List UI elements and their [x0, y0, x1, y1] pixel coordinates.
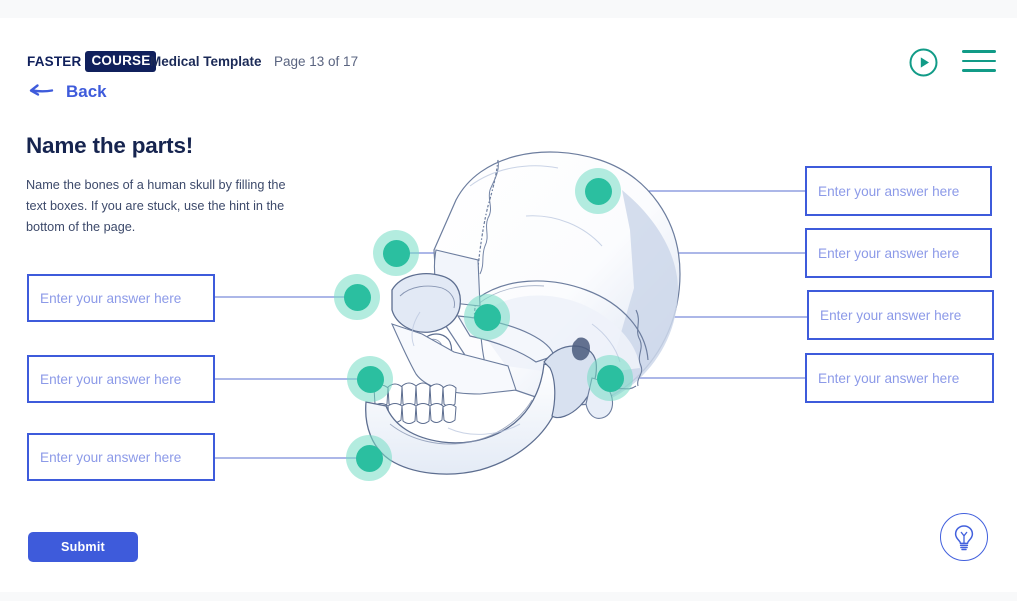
answer-input-left-1[interactable]: Enter your answer here — [27, 274, 215, 322]
lightbulb-icon — [954, 525, 974, 551]
hotspot-frontal[interactable] — [373, 230, 419, 276]
menu-line-2 — [962, 59, 996, 63]
hotspot-mandible[interactable] — [346, 435, 392, 481]
logo-primary-text: FASTER — [27, 54, 82, 69]
header-bar: FASTER COURSE Medical Template Page 13 o… — [0, 18, 1017, 77]
quiz-page: FASTER COURSE Medical Template Page 13 o… — [0, 0, 1017, 601]
answer-input-right-2[interactable]: Enter your answer here — [805, 228, 992, 278]
answer-placeholder: Enter your answer here — [40, 449, 182, 465]
answer-input-left-3[interactable]: Enter your answer here — [27, 433, 215, 481]
brand-logo[interactable]: FASTER COURSE — [27, 51, 157, 72]
hotspot-parietal[interactable] — [575, 168, 621, 214]
menu-line-1 — [962, 50, 996, 53]
back-link-label: Back — [66, 81, 107, 101]
answer-placeholder: Enter your answer here — [818, 370, 960, 386]
answer-input-right-3[interactable]: Enter your answer here — [807, 290, 994, 340]
answer-placeholder: Enter your answer here — [40, 290, 182, 306]
logo-secondary-chip: COURSE — [85, 51, 157, 72]
bottom-edge-band — [0, 592, 1017, 601]
answer-placeholder: Enter your answer here — [820, 307, 962, 323]
hint-button[interactable] — [940, 513, 988, 561]
hotspot-maxilla[interactable] — [347, 356, 393, 402]
hamburger-menu-icon[interactable] — [962, 50, 996, 74]
answer-input-right-1[interactable]: Enter your answer here — [805, 166, 992, 216]
answer-placeholder: Enter your answer here — [818, 183, 960, 199]
page-description: Name the bones of a human skull by filli… — [26, 178, 286, 234]
human-skull-illustration — [365, 151, 681, 475]
back-link[interactable]: Back — [27, 81, 107, 102]
page-title: Name the parts! — [26, 133, 194, 158]
answer-placeholder: Enter your answer here — [40, 371, 182, 387]
answer-placeholder: Enter your answer here — [818, 245, 960, 261]
menu-line-3 — [962, 69, 996, 72]
arrow-left-icon — [27, 81, 55, 102]
template-name-label: Medical Template — [150, 54, 262, 69]
top-edge-band — [0, 0, 1017, 18]
hotspot-nasal[interactable] — [334, 274, 380, 320]
play-circle-icon[interactable] — [909, 48, 938, 77]
hotspot-temporal[interactable] — [464, 294, 510, 340]
answer-input-left-2[interactable]: Enter your answer here — [27, 355, 215, 403]
page-indicator-label: Page 13 of 17 — [274, 54, 359, 69]
submit-button[interactable]: Submit — [28, 532, 138, 562]
answer-input-right-4[interactable]: Enter your answer here — [805, 353, 994, 403]
hotspot-occipital[interactable] — [587, 355, 633, 401]
